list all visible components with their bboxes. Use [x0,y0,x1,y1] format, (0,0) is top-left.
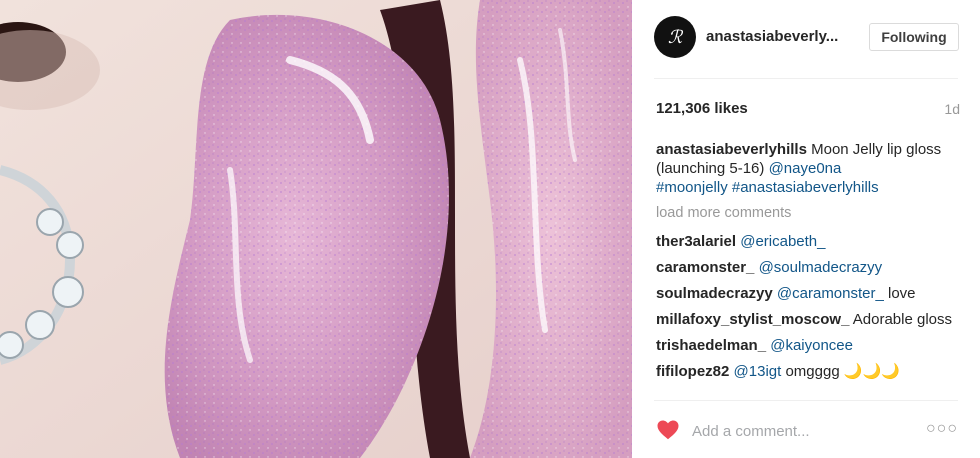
load-more-comments-link[interactable]: load more comments [656,204,960,223]
comments-list: anastasiabeverlyhills Moon Jelly lip glo… [656,140,960,398]
caption-hashtags[interactable]: #moonjelly #anastasiabeverlyhills [656,179,879,196]
post-photo[interactable] [0,0,632,458]
comment-user[interactable]: soulmadecrazyy [656,285,773,302]
post-details-panel: ℛ anastasiabeverly... Following 121,306 … [632,0,980,458]
comment-text: omgggg 🌙🌙🌙 [781,363,900,380]
username-link[interactable]: anastasiabeverly... [706,28,838,45]
footer-divider [654,400,958,401]
post-header: ℛ anastasiabeverly... Following [632,0,980,78]
list-item: trishaedelman_ @kaiyoncee [656,336,960,355]
avatar[interactable]: ℛ [654,16,696,58]
comment-mention[interactable]: @caramonster_ [777,285,884,302]
comment-mention[interactable]: @kaiyoncee [770,337,853,354]
header-divider [654,78,958,79]
following-button[interactable]: Following [869,23,959,51]
comment-text: Adorable gloss [849,311,952,328]
list-item: soulmadecrazyy @caramonster_ love [656,284,960,303]
comment-user[interactable]: fifilopez82 [656,363,729,380]
comment-user[interactable]: millafoxy_stylist_moscow_ [656,311,849,328]
comment-mention[interactable]: @soulmadecrazyy [759,259,883,276]
add-comment-input[interactable] [692,420,912,442]
comment-user[interactable]: trishaedelman_ [656,337,766,354]
caption-mention[interactable]: @naye0na [769,160,842,177]
comment-text: love [883,285,916,302]
comment-mention[interactable]: @ericabeth_ [740,233,825,250]
list-item: caramonster_ @soulmadecrazyy [656,258,960,277]
caption-user[interactable]: anastasiabeverlyhills [656,141,807,158]
likes-count[interactable]: 121,306 likes [656,100,748,117]
heart-icon[interactable] [656,418,680,442]
post-age[interactable]: 1d [944,101,960,117]
comment-user[interactable]: caramonster_ [656,259,754,276]
list-item: millafoxy_stylist_moscow_ Adorable gloss [656,310,960,329]
avatar-logo-icon: ℛ [667,26,683,48]
list-item: fifilopez82 @13igt omgggg 🌙🌙🌙 [656,362,960,381]
comment-bar: ○○○ [632,404,980,458]
list-item: ther3alariel @ericabeth_ [656,232,960,251]
comment-user[interactable]: ther3alariel [656,233,736,250]
caption: anastasiabeverlyhills Moon Jelly lip glo… [656,140,960,197]
lips-image [0,0,632,458]
comment-mention[interactable]: @13igt [734,363,782,380]
more-options-icon[interactable]: ○○○ [926,420,958,438]
